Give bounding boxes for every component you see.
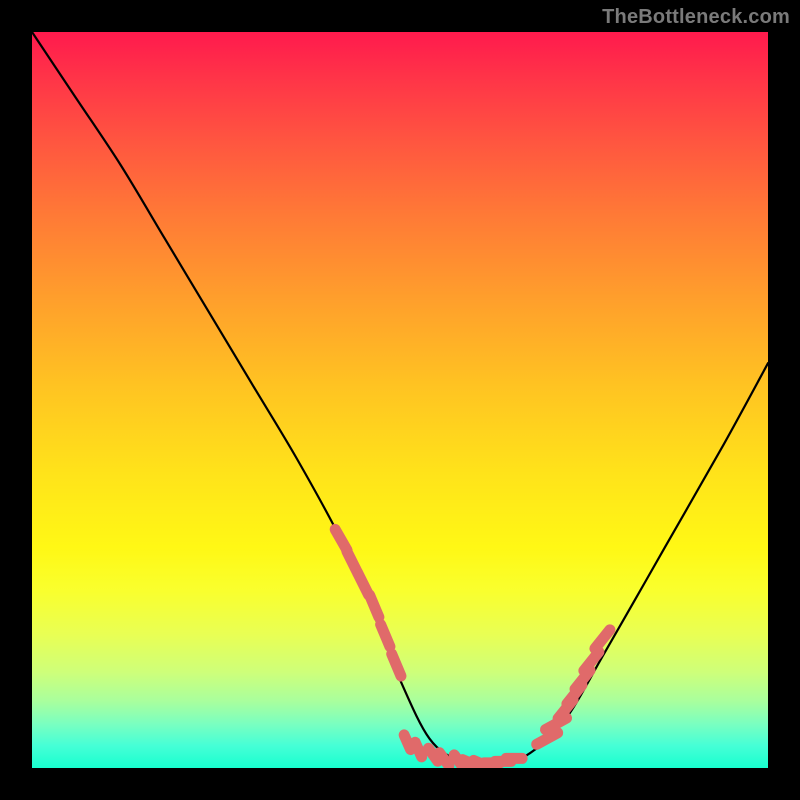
curve-markers-right <box>537 630 610 745</box>
curve-marker <box>404 735 410 750</box>
chart-svg <box>32 32 768 768</box>
curve-markers-left <box>335 529 401 676</box>
curve-marker <box>392 654 401 676</box>
curve-marker <box>415 742 421 757</box>
bottleneck-curve-path <box>32 32 768 765</box>
curve-marker <box>381 624 390 646</box>
curve-markers-bottom <box>404 735 522 768</box>
curve-marker <box>439 753 448 766</box>
chart-plot-area <box>32 32 768 768</box>
watermark-text: TheBottleneck.com <box>602 6 790 29</box>
curve-marker <box>370 595 379 617</box>
